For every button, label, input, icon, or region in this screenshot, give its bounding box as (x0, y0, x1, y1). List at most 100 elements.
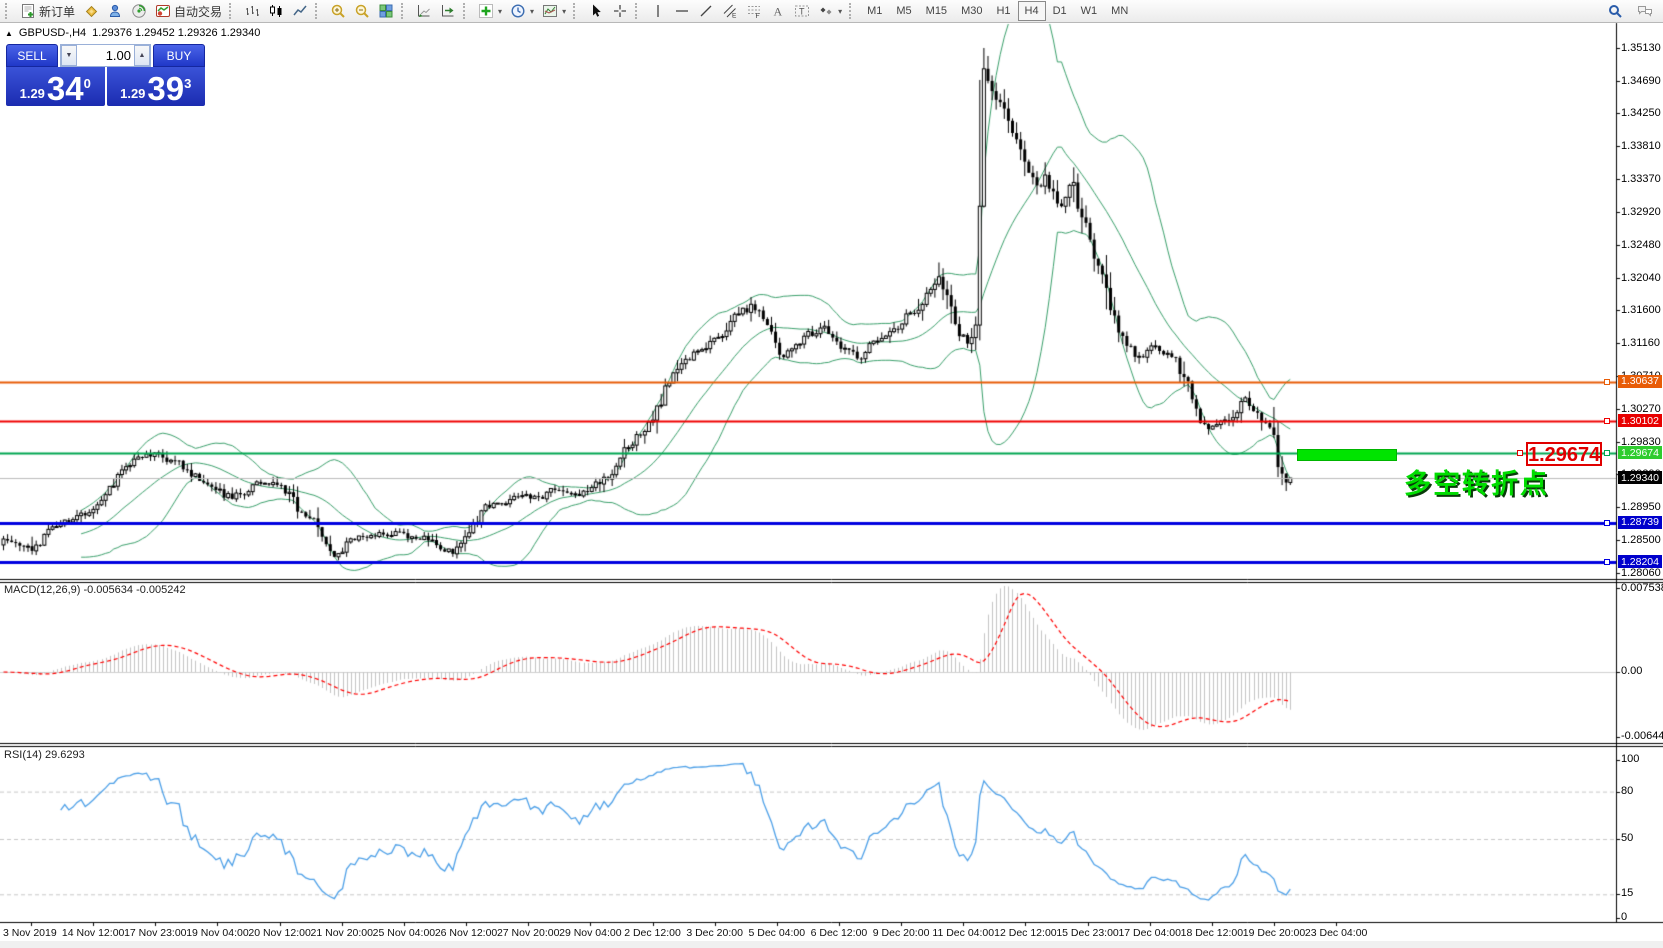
timeframe-h4-button[interactable]: H4 (1018, 1, 1046, 21)
toolbar-grip (849, 3, 857, 19)
x-axis-label: 12 Dec 12:00 (994, 927, 1056, 939)
channel-icon: E (722, 3, 738, 19)
rsi-axis-tick: 50 (1621, 832, 1633, 844)
indicators-icon (478, 3, 494, 19)
x-axis-label: 19 Dec 20:00 (1243, 927, 1305, 939)
timeframe-mn-button[interactable]: MN (1104, 1, 1135, 21)
periods-button[interactable]: ▾ (506, 1, 538, 21)
price-axis-tick: 1.30270 (1621, 403, 1661, 415)
svg-text:A: A (774, 5, 783, 19)
mt4-window: 新订单自动交易▾▾▾EFAT▾M1M5M15M30H1H4D1W1MN ▲ GB… (0, 0, 1663, 948)
auto-trading-button[interactable]: 自动交易 (151, 1, 226, 21)
line-handle[interactable] (1604, 559, 1610, 565)
metaeditor-button[interactable] (79, 1, 103, 21)
price-axis-tick: 1.31160 (1621, 337, 1660, 349)
svg-text:E: E (732, 13, 737, 20)
x-axis-label: 3 Dec 20:00 (686, 927, 743, 939)
new-order-button[interactable]: 新订单 (16, 1, 79, 21)
sell-price-small: 1.29 (20, 84, 45, 104)
rsi-axis-tick: 0 (1621, 911, 1627, 923)
rsi-axis-tick: 80 (1621, 785, 1633, 797)
timeframe-h1-button[interactable]: H1 (989, 1, 1017, 21)
timeframe-m1-button[interactable]: M1 (860, 1, 889, 21)
tile-windows-button[interactable] (374, 1, 398, 21)
price-line-label: 1.28204 (1618, 555, 1662, 568)
timeframe-m15-button[interactable]: M15 (919, 1, 954, 21)
x-axis-label: 23 Dec 04:00 (1305, 927, 1367, 939)
timeframe-m30-button[interactable]: M30 (954, 1, 989, 21)
rsi-axis-tick: 100 (1621, 753, 1639, 765)
x-axis-label: 6 Dec 12:00 (811, 927, 868, 939)
volume-increase-button[interactable]: ▲ (134, 45, 150, 66)
price-axis-tick: 1.28950 (1621, 501, 1661, 513)
turning-point-rect[interactable] (1297, 449, 1397, 461)
hline-icon (674, 3, 690, 19)
sell-button[interactable]: SELL (6, 44, 58, 67)
chevron-down-icon: ▾ (838, 7, 842, 16)
chevron-down-icon: ▾ (498, 7, 502, 16)
vertical-line-button[interactable] (646, 1, 670, 21)
auto-scroll-button[interactable] (412, 1, 436, 21)
candlestick-chart-button[interactable] (264, 1, 288, 21)
price-line-label: 1.28739 (1618, 516, 1662, 529)
callout-handle[interactable] (1517, 450, 1523, 456)
bar-chart-button[interactable] (240, 1, 264, 21)
x-axis-label: 17 Nov 23:00 (124, 927, 186, 939)
arrows-button[interactable]: ▾ (814, 1, 846, 21)
x-axis-label: 15 Dec 23:00 (1056, 927, 1118, 939)
line-handle[interactable] (1604, 450, 1610, 456)
toolbar-grip (573, 3, 581, 19)
text-button[interactable]: A (766, 1, 790, 21)
line-chart-button[interactable] (288, 1, 312, 21)
timeframe-d1-button[interactable]: D1 (1046, 1, 1074, 21)
x-axis-label: 18 Dec 12:00 (1181, 927, 1243, 939)
crosshair-button[interactable] (608, 1, 632, 21)
templates-button[interactable]: ▾ (538, 1, 570, 21)
price-axis-tick: 1.35130 (1621, 42, 1661, 54)
cursor-icon (588, 3, 604, 19)
line-handle[interactable] (1604, 520, 1610, 526)
line-handle[interactable] (1604, 379, 1610, 385)
buy-price-panel[interactable]: 1.29 39 3 (107, 67, 206, 106)
horizontal-line-button[interactable] (670, 1, 694, 21)
news-button[interactable] (127, 1, 151, 21)
toolbar-grip (5, 3, 13, 19)
x-axis-label: 3 Nov 2019 (3, 927, 57, 939)
price-axis-tick: 1.32040 (1621, 272, 1661, 284)
search-button[interactable] (1603, 1, 1627, 21)
toolbar-grip (635, 3, 643, 19)
template-icon (542, 3, 558, 19)
turning-point-label[interactable]: 多空转折点 (1404, 462, 1549, 501)
price-axis-tick: 1.31600 (1621, 304, 1661, 316)
volume-decrease-button[interactable]: ▼ (61, 45, 77, 66)
fibonacci-retracement-button[interactable]: F (742, 1, 766, 21)
line-handle[interactable] (1604, 418, 1610, 424)
buy-button[interactable]: BUY (153, 44, 205, 67)
equidistant-channel-button[interactable]: E (718, 1, 742, 21)
search-icon (1607, 3, 1623, 19)
chat-button[interactable] (1633, 1, 1657, 21)
zoom-out-button[interactable] (350, 1, 374, 21)
chat-icon (1637, 3, 1653, 19)
toolbar-grip (229, 3, 237, 19)
zoom-in-button[interactable] (326, 1, 350, 21)
rsi-axis-tick: 15 (1621, 887, 1633, 899)
indicators-list-button[interactable]: ▾ (474, 1, 506, 21)
trendline-button[interactable] (694, 1, 718, 21)
collapse-icon[interactable]: ▲ (5, 29, 13, 38)
timeframe-w1-button[interactable]: W1 (1074, 1, 1105, 21)
x-axis-label: 17 Dec 04:00 (1118, 927, 1180, 939)
radar-icon (131, 3, 147, 19)
volume-input[interactable] (77, 45, 134, 66)
sell-price-sup: 0 (84, 67, 91, 101)
trendline-icon (698, 3, 714, 19)
terminal-button[interactable] (103, 1, 127, 21)
text-label-button[interactable]: T (790, 1, 814, 21)
auto-trading-label: 自动交易 (174, 3, 222, 20)
timeframe-m5-button[interactable]: M5 (889, 1, 918, 21)
sell-price-panel[interactable]: 1.29 34 0 (6, 67, 105, 106)
cursor-button[interactable] (584, 1, 608, 21)
x-axis-label: 21 Nov 20:00 (311, 927, 373, 939)
price-axis-tick: 1.32480 (1621, 239, 1661, 251)
chart-shift-button[interactable] (436, 1, 460, 21)
